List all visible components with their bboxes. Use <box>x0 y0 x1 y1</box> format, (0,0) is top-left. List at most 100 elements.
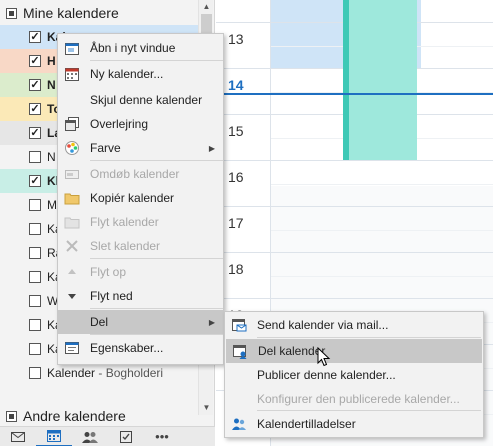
submenu-item-send-kalender-via-mail[interactable]: Send kalender via mail... <box>225 313 483 337</box>
menu-separator <box>90 258 223 259</box>
menu-item-label: Del <box>90 315 109 329</box>
submenu-arrow-icon: ▶ <box>208 317 215 327</box>
hour-label: 18 <box>228 261 244 277</box>
menu-item-flyt-ned[interactable]: Flyt ned <box>58 284 223 308</box>
submenu-item-del-kalender[interactable]: Del kalender <box>226 339 482 363</box>
share-calendar-icon <box>232 343 248 359</box>
more-icon[interactable]: ••• <box>144 427 180 446</box>
hour-label: 16 <box>228 169 244 185</box>
checkbox-checked-icon[interactable]: ✓ <box>29 127 41 139</box>
menu-item-ny-kalender[interactable]: Ny kalender... <box>58 62 223 86</box>
mail-icon[interactable] <box>0 427 36 446</box>
menu-item-label: Overlejring <box>90 117 149 131</box>
menu-item-farve[interactable]: Farve ▶ <box>58 136 223 160</box>
half-hour-divider <box>271 230 493 231</box>
checkbox-unchecked-icon[interactable] <box>29 151 41 163</box>
checkbox-unchecked-icon[interactable] <box>29 199 41 211</box>
calendar-name: Kalender - Bogholderi <box>47 366 164 380</box>
hour-label: 14 <box>228 77 244 93</box>
menu-item-label: Del kalender <box>258 344 326 358</box>
menu-item-slet-kalender: Slet kalender <box>58 234 223 258</box>
calendar-icon[interactable] <box>36 427 72 446</box>
checkbox-checked-icon[interactable]: ✓ <box>29 175 41 187</box>
menu-icon-spacer <box>64 314 80 330</box>
menu-icon-spacer <box>231 391 247 407</box>
menu-separator <box>90 334 223 335</box>
menu-item-label: Flyt ned <box>90 289 133 303</box>
scroll-down-icon[interactable]: ▼ <box>199 401 214 415</box>
share-submenu: Send kalender via mail... Del kalender Pub… <box>224 311 484 438</box>
menu-item-flyt-kalender: Flyt kalender <box>58 210 223 234</box>
group-other-label: Andre kalendere <box>23 408 126 424</box>
menu-item-label: Åbn i nyt vindue <box>90 41 176 55</box>
menu-item-overlejring[interactable]: Overlejring <box>58 112 223 136</box>
calendar-name: N <box>47 150 56 164</box>
properties-icon <box>64 340 80 356</box>
checkbox-unchecked-icon[interactable] <box>29 223 41 235</box>
menu-item-label: Skjul denne kalender <box>90 93 203 107</box>
checkbox-unchecked-icon[interactable] <box>29 367 41 379</box>
menu-icon-spacer <box>231 367 247 383</box>
expand-icon[interactable] <box>6 410 17 422</box>
checkbox-unchecked-icon[interactable] <box>29 247 41 259</box>
overlay-icon <box>64 116 80 132</box>
permissions-icon <box>231 416 247 432</box>
menu-separator <box>90 160 223 161</box>
arrow-up-icon <box>64 264 80 280</box>
module-nav: ••• <box>0 426 215 446</box>
collapse-icon[interactable] <box>6 7 17 19</box>
arrow-down-icon <box>64 288 80 304</box>
checkbox-checked-icon[interactable]: ✓ <box>29 103 41 115</box>
calendar-name: M <box>47 198 57 212</box>
calendar-name: N <box>47 78 56 92</box>
menu-item-åbn-i-nyt-vindue[interactable]: Åbn i nyt vindue <box>58 36 223 60</box>
open-window-icon <box>64 40 80 56</box>
hour-row[interactable]: 16 <box>216 160 493 206</box>
menu-separator <box>257 337 481 338</box>
submenu-item-publicer-denne-kalender[interactable]: Publicer denne kalender... <box>225 363 483 387</box>
menu-item-del[interactable]: Del ▶ <box>58 310 223 334</box>
checkbox-unchecked-icon[interactable] <box>29 343 41 355</box>
calendar-name: H <box>47 54 56 68</box>
menu-item-label: Flyt kalender <box>90 215 159 229</box>
checkbox-unchecked-icon[interactable] <box>29 319 41 331</box>
menu-icon-spacer <box>64 92 80 108</box>
submenu-item-kalendertilladelser[interactable]: Kalendertilladelser <box>225 412 483 436</box>
send-mail-icon <box>231 317 247 333</box>
checkbox-unchecked-icon[interactable] <box>29 295 41 307</box>
checkbox-checked-icon[interactable]: ✓ <box>29 55 41 67</box>
menu-item-kopi-r-kalender[interactable]: Kopiér kalender <box>58 186 223 210</box>
group-other-calendars[interactable]: Andre kalendere <box>6 406 126 426</box>
mouse-cursor-icon <box>317 347 331 367</box>
menu-item-label: Flyt op <box>90 265 127 279</box>
hour-row[interactable]: 18 <box>216 252 493 298</box>
tasks-icon[interactable] <box>108 427 144 446</box>
calendar-event-block[interactable] <box>343 0 417 160</box>
menu-item-label: Kalendertilladelser <box>257 417 356 431</box>
rename-icon <box>64 166 80 182</box>
new-calendar-icon <box>64 66 80 82</box>
hour-label: 17 <box>228 215 244 231</box>
menu-item-label: Ny kalender... <box>90 67 164 81</box>
checkbox-checked-icon[interactable]: ✓ <box>29 31 41 43</box>
menu-separator <box>90 60 223 61</box>
menu-item-label: Kopiér kalender <box>90 191 175 205</box>
group-mine-calendars[interactable]: Mine kalendere <box>6 3 119 23</box>
color-palette-icon <box>64 140 80 156</box>
scroll-up-icon[interactable]: ▲ <box>199 0 214 14</box>
menu-item-label: Omdøb kalender <box>90 167 180 181</box>
checkbox-unchecked-icon[interactable] <box>29 271 41 283</box>
group-mine-label: Mine kalendere <box>23 5 119 21</box>
menu-item-skjul-denne-kalender[interactable]: Skjul denne kalender <box>58 88 223 112</box>
calendar-context-menu: Åbn i nyt vindue Ny kalender... Skjul denn… <box>57 33 224 365</box>
menu-item-label: Egenskaber... <box>90 341 164 355</box>
delete-icon <box>64 238 80 254</box>
menu-item-label: Slet kalender <box>90 239 161 253</box>
people-icon[interactable] <box>72 427 108 446</box>
checkbox-checked-icon[interactable]: ✓ <box>29 79 41 91</box>
hour-row[interactable]: 17 <box>216 206 493 252</box>
half-hour-divider <box>271 184 493 185</box>
half-hour-divider <box>271 276 493 277</box>
menu-separator <box>90 308 223 309</box>
menu-item-egenskaber[interactable]: Egenskaber... <box>58 336 223 360</box>
